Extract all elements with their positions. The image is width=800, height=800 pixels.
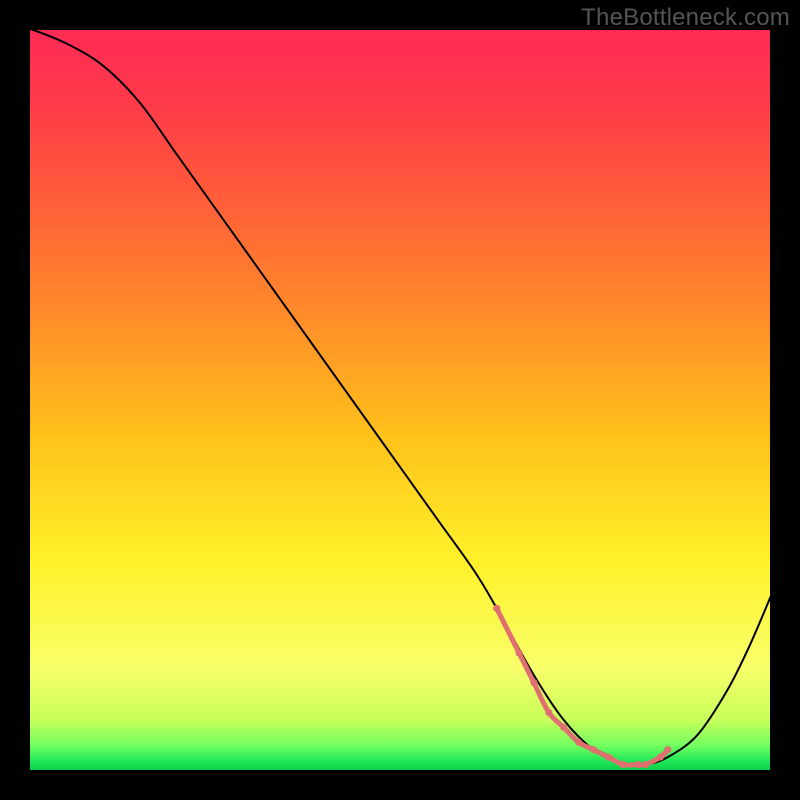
plot-background: [28, 28, 772, 772]
highlight-dot: [590, 746, 597, 753]
highlight-dot: [560, 724, 567, 731]
highlight-dot: [575, 739, 582, 746]
watermark-text: TheBottleneck.com: [581, 4, 790, 32]
highlight-dot: [634, 761, 641, 768]
highlight-dot: [530, 679, 537, 686]
highlight-dot: [657, 754, 664, 761]
chart-svg: [28, 28, 772, 772]
highlight-dot: [605, 754, 612, 761]
highlight-dot: [642, 761, 649, 768]
highlight-dot: [620, 761, 627, 768]
highlight-dot: [493, 605, 500, 612]
highlight-dot: [545, 709, 552, 716]
highlight-dot: [515, 649, 522, 656]
highlight-dot: [664, 746, 671, 753]
chart-container: [28, 28, 772, 772]
